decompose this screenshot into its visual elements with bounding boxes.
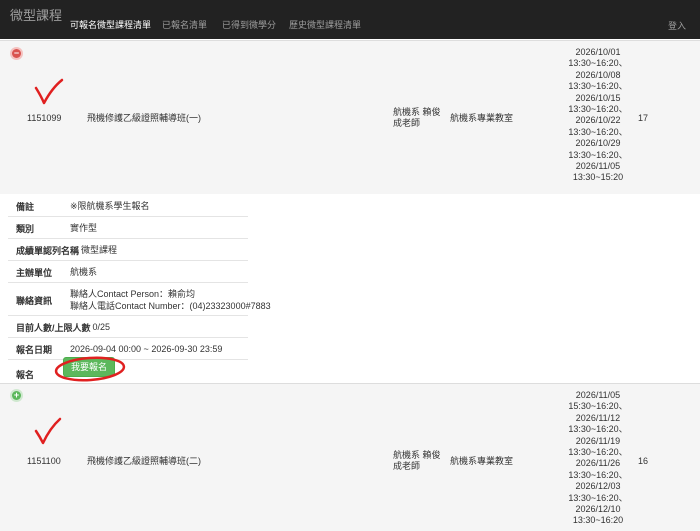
contact-phone: 聯絡人電話Contact Number：(04)23323000#7883 (70, 301, 271, 311)
course-hours: 16 (638, 456, 649, 466)
nav-earned-credits[interactable]: 已得到微學分 (222, 18, 276, 31)
course-name: 飛機修護乙級證照輔導班(二) (87, 456, 201, 466)
course-hours: 17 (638, 113, 649, 123)
detail-remark: 備註 ※限航機系學生報名 (16, 201, 150, 212)
course-row[interactable]: − 1151099 飛機修護乙級證照輔導班(一) 航機系 賴俊 成老師 航機系專… (0, 40, 700, 194)
course-location: 航機系專業教室 (450, 113, 514, 123)
detail-signup: 報名 (8, 359, 248, 385)
course-teacher: 航機系 賴俊 成老師 (393, 450, 441, 471)
minus-icon: − (13, 48, 20, 58)
course-row[interactable]: + 1151100 飛機修護乙級證照輔導班(二) 航機系 賴俊 成老師 航機系專… (0, 383, 700, 531)
top-navbar: 微型課程 可報名微型課程清單 已報名清單 已得到微學分 歷史微型課程清單 登入 (0, 0, 700, 39)
course-teacher: 航機系 賴俊 成老師 (393, 107, 441, 128)
plus-icon: + (13, 390, 20, 400)
course-detail-panel: 備註 ※限航機系學生報名 類別 實作型 成績單認列名稱 微型課程 主辦單位 航機… (8, 195, 271, 385)
detail-host: 主辦單位 航機系 (8, 260, 248, 282)
nav-history-courses[interactable]: 歷史微型課程清單 (289, 18, 361, 31)
course-dates: 2026/11/05 15:30~16:20、 2026/11/12 13:30~1… (568, 390, 628, 526)
login-link[interactable]: 登入 (668, 19, 686, 32)
course-dates: 2026/10/01 13:30~16:20、 2026/10/08 13:30~1… (568, 47, 628, 183)
nav-available-courses[interactable]: 可報名微型課程清單 (70, 18, 151, 31)
course-location: 航機系專業教室 (450, 456, 514, 466)
detail-enrollment: 目前人數/上限人數 0/25 (8, 315, 248, 337)
contact-person: 聯絡人Contact Person：賴俞均 (70, 289, 196, 299)
nav-registered-list[interactable]: 已報名清單 (162, 18, 207, 31)
course-id: 1151099 (27, 113, 62, 123)
detail-transcript: 成績單認列名稱 微型課程 (8, 238, 248, 260)
detail-type: 類別 實作型 (8, 216, 248, 238)
app-brand[interactable]: 微型課程 (10, 5, 62, 24)
signup-button[interactable]: 我要報名 (63, 357, 115, 377)
course-name: 飛機修護乙級證照輔導班(一) (87, 113, 201, 123)
detail-period: 報名日期 2026-09-04 00:00 ~ 2026-09-30 23:59 (8, 337, 248, 359)
course-id: 1151100 (27, 456, 61, 466)
collapse-toggle-button[interactable]: − (12, 48, 21, 58)
detail-contact: 聯絡資訊 聯絡人Contact Person：賴俞均 聯絡人電話Contact … (8, 282, 271, 315)
expand-toggle-button[interactable]: + (12, 390, 21, 400)
